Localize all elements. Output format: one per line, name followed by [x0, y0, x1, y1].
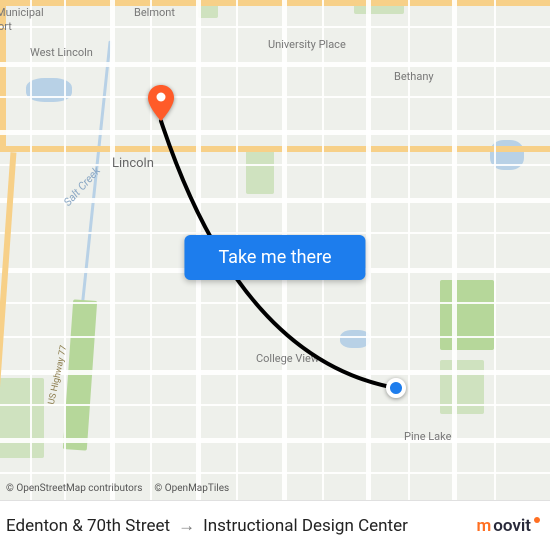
moovit-logo[interactable]: moovit	[476, 516, 540, 536]
logo-dot-icon	[534, 517, 540, 523]
route-origin-label: Edenton & 70th Street	[6, 516, 170, 536]
map-pin-icon	[148, 85, 174, 121]
take-me-there-button[interactable]: Take me there	[184, 235, 365, 280]
attrib-osm-link[interactable]: © OpenStreetMap contributors	[6, 483, 142, 494]
footer-bar: Edenton & 70th Street → Instructional De…	[0, 500, 550, 550]
arrow-right-icon: →	[178, 516, 195, 536]
route-summary: Edenton & 70th Street → Instructional De…	[6, 516, 408, 536]
map-attribution: © OpenStreetMap contributors © OpenMapTi…	[6, 483, 229, 494]
destination-pin[interactable]	[148, 85, 174, 121]
map-canvas[interactable]: Belmont Municipal ort West Lincoln Unive…	[0, 0, 550, 550]
origin-pin[interactable]	[386, 378, 406, 398]
route-dest-label: Instructional Design Center	[203, 516, 408, 536]
attrib-omt-link[interactable]: © OpenMapTiles	[154, 483, 229, 494]
